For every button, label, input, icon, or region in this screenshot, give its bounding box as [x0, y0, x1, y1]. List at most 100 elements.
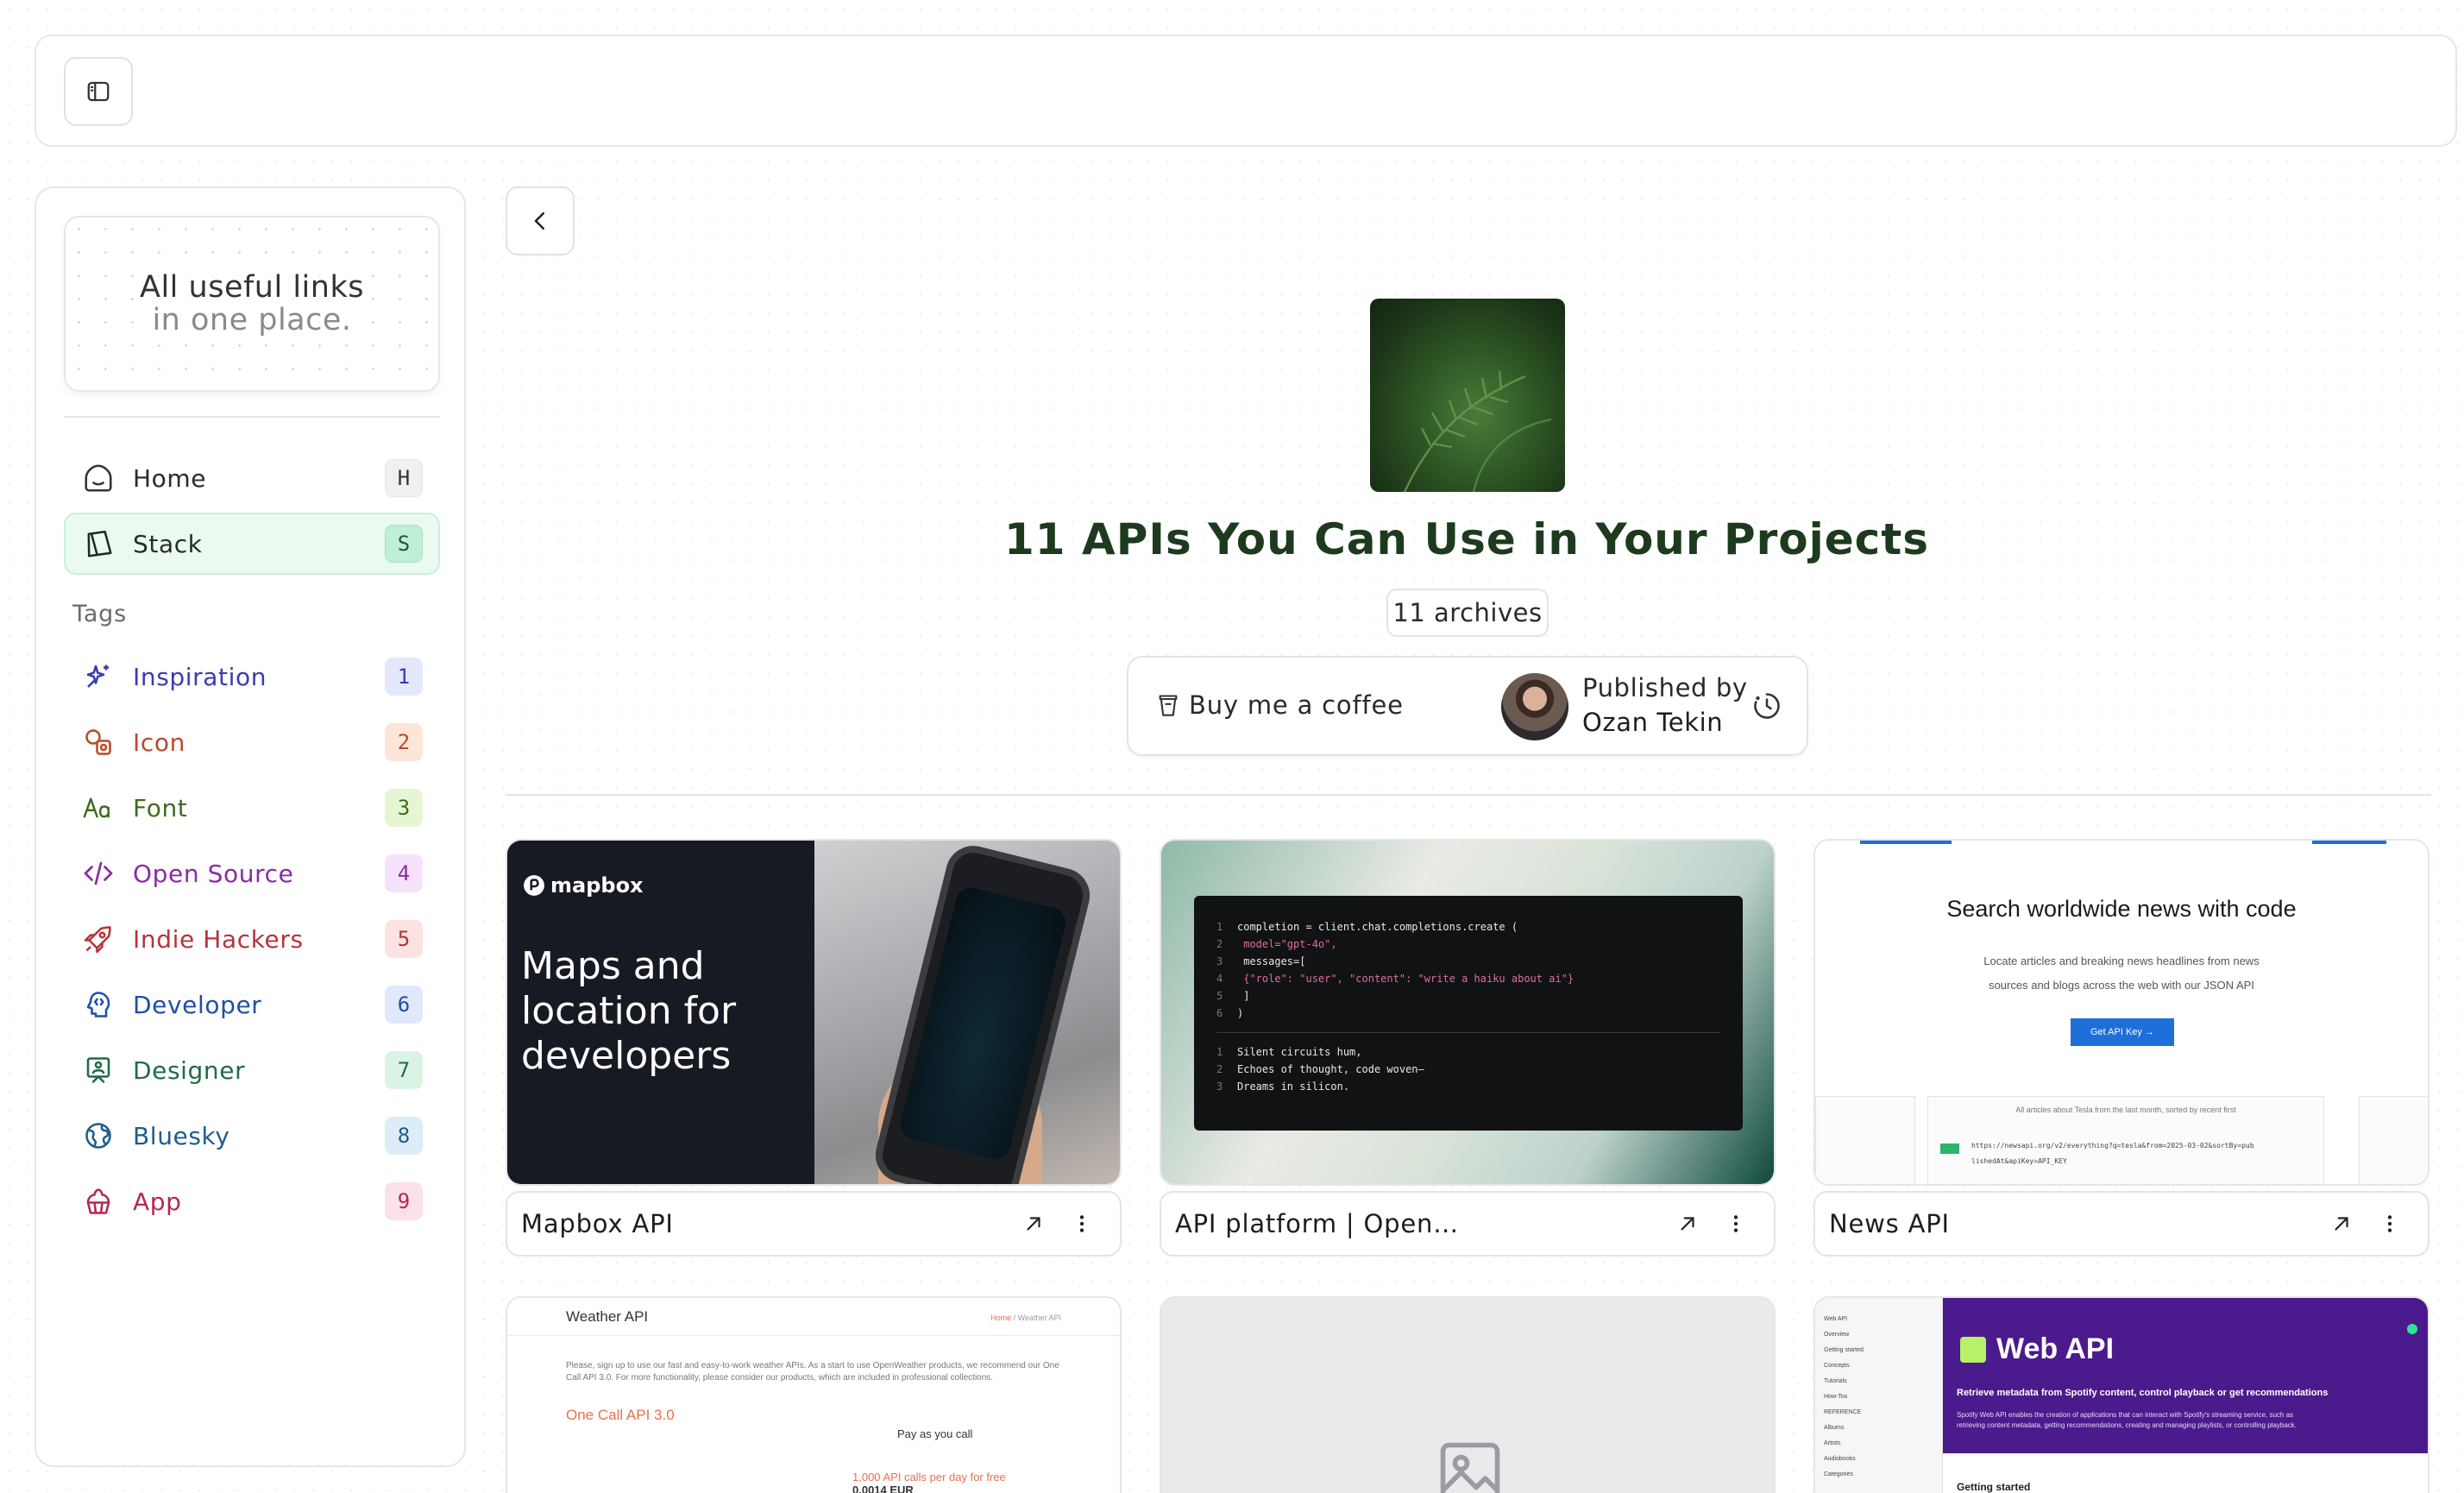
mapbox-photo-panel — [814, 841, 1120, 1184]
spotify-hero: Web API Retrieve metadata from Spotify c… — [1943, 1298, 2428, 1453]
more-options-icon[interactable] — [2366, 1200, 2414, 1248]
stack-icon — [81, 526, 116, 561]
sidebar-divider — [64, 416, 440, 418]
coffee-cup-icon — [1159, 695, 1178, 716]
tag-count-badge: 3 — [385, 789, 423, 827]
code-snippet: 1 completion = client.chat.completions.cr… — [1194, 896, 1743, 1131]
card-title[interactable]: News API — [1829, 1209, 2317, 1238]
tag-item-open-source[interactable]: Open Source 4 — [64, 842, 440, 904]
tag-label: Icon — [133, 728, 185, 757]
tag-item-app[interactable]: App 9 — [64, 1170, 440, 1232]
code-icon — [81, 856, 116, 891]
external-link-icon[interactable] — [1009, 1200, 1058, 1248]
sidebar-toggle-icon — [87, 81, 110, 102]
card-footer-openai: API platform | Open… — [1160, 1191, 1776, 1257]
card-thumbnail-placeholder[interactable] — [1160, 1296, 1776, 1493]
more-options-icon[interactable] — [1712, 1200, 1760, 1248]
weather-pay-label: Pay as you call — [897, 1427, 973, 1440]
tag-item-inspiration[interactable]: Inspiration 1 — [64, 646, 440, 708]
developer-icon — [81, 987, 116, 1022]
brand-tagline-line1: All useful links — [140, 270, 364, 305]
tag-count-badge: 1 — [385, 658, 423, 696]
more-options-icon[interactable] — [1058, 1200, 1106, 1248]
brand-card[interactable]: All useful links in one place. — [64, 216, 440, 392]
image-placeholder-icon — [1440, 1442, 1500, 1493]
spotify-getting-started: Getting started — [1957, 1481, 2031, 1493]
cake-icon — [81, 1184, 116, 1219]
tag-label: Inspiration — [133, 662, 267, 691]
content-divider — [506, 794, 2431, 796]
tag-count-badge: 8 — [385, 1117, 423, 1155]
tag-count-badge: 9 — [385, 1182, 423, 1220]
tag-label: Font — [133, 793, 188, 822]
tag-item-developer[interactable]: Developer 6 — [64, 973, 440, 1036]
phone-shape — [870, 841, 1096, 1184]
newsapi-page: Search worldwide news with code Locate a… — [1815, 841, 2428, 1184]
tag-label: App — [133, 1187, 182, 1216]
tag-count-badge: 5 — [385, 920, 423, 958]
spotify-sidebar: Web API Overview Getting started Concept… — [1815, 1298, 1943, 1493]
author-card: Buy me a coffee Published by Ozan Tekin — [1127, 656, 1808, 756]
mapbox-headline: Maps and location for developers — [521, 944, 737, 1078]
tags-heading: Tags — [72, 601, 127, 627]
home-icon — [81, 461, 116, 495]
tag-item-indie-hackers[interactable]: Indie Hackers 5 — [64, 908, 440, 970]
tag-count-badge: 6 — [385, 986, 423, 1024]
tag-label: Bluesky — [133, 1121, 230, 1150]
card-thumbnail-mapbox[interactable]: mapbox Maps and location for developers — [506, 839, 1122, 1186]
author-avatar[interactable] — [1501, 673, 1568, 740]
mapbox-logo-text: mapbox — [550, 873, 644, 898]
tag-item-font[interactable]: Font 3 — [64, 777, 440, 839]
back-button[interactable] — [506, 186, 575, 255]
shortcut-badge-home: H — [385, 459, 423, 497]
card-thumbnail-newsapi[interactable]: Search worldwide news with code Locate a… — [1813, 839, 2429, 1186]
spotify-title: Web API — [1960, 1332, 2114, 1366]
card-title[interactable]: API platform | Open… — [1175, 1209, 1663, 1238]
spotify-description: Spotify Web API enables the creation of … — [1957, 1411, 2297, 1429]
sidebar-toggle-button[interactable] — [64, 57, 133, 126]
history-icon[interactable] — [1751, 690, 1782, 725]
nav-label-home: Home — [133, 463, 207, 493]
designer-icon — [81, 1053, 116, 1087]
font-icon — [81, 791, 116, 825]
tag-count-badge: 4 — [385, 854, 423, 892]
phone-map-screen — [897, 884, 1069, 1163]
card-thumbnail-weather[interactable]: Weather API Home / Weather API Please, s… — [506, 1296, 1122, 1493]
published-by-label: Published by — [1582, 673, 1748, 702]
card-footer-newsapi: News API — [1813, 1191, 2429, 1257]
external-link-icon[interactable] — [1663, 1200, 1712, 1248]
weather-breadcrumb: Home / Weather API — [990, 1313, 1061, 1322]
tag-label: Developer — [133, 990, 262, 1019]
newsapi-side-panel — [2359, 1096, 2428, 1184]
card-title[interactable]: Mapbox API — [521, 1209, 1009, 1238]
tag-item-bluesky[interactable]: Bluesky 8 — [64, 1105, 440, 1167]
weather-intro-text: Please, sign up to use our fast and easy… — [566, 1361, 1059, 1383]
nav-item-stack[interactable]: Stack S — [64, 513, 440, 575]
newsapi-side-panel — [1815, 1096, 1915, 1184]
rocket-icon — [81, 922, 116, 956]
tag-item-icon[interactable]: Icon 2 — [64, 711, 440, 773]
card-footer-mapbox: Mapbox API — [506, 1191, 1122, 1257]
external-link-icon[interactable] — [2317, 1200, 2366, 1248]
newsapi-code-browser: All articles about Tesla from the last m… — [1927, 1096, 2324, 1184]
mapbox-logo: mapbox — [523, 873, 644, 898]
card-thumbnail-spotify[interactable]: Web API Overview Getting started Concept… — [1813, 1296, 2429, 1493]
chevron-left-icon — [534, 212, 544, 230]
tag-item-designer[interactable]: Designer 7 — [64, 1039, 440, 1101]
archives-count-badge: 11 archives — [1386, 589, 1549, 637]
weather-page: Weather API Home / Weather API Please, s… — [507, 1298, 1120, 1493]
tag-label: Indie Hackers — [133, 924, 304, 954]
brand-tagline-line2: in one place. — [152, 303, 352, 337]
nav-item-home[interactable]: Home H — [64, 447, 440, 509]
sidebar: All useful links in one place. Home H St… — [35, 186, 466, 1467]
tag-label: Open Source — [133, 859, 294, 888]
buy-coffee-link[interactable]: Buy me a coffee — [1158, 690, 1404, 720]
card-thumbnail-openai[interactable]: 1 completion = client.chat.completions.cr… — [1160, 839, 1776, 1186]
sparkles-icon — [81, 659, 116, 694]
author-name[interactable]: Ozan Tekin — [1582, 708, 1723, 737]
newsapi-subtitle: Locate articles and breaking news headli… — [1983, 954, 2260, 992]
shapes-icon — [81, 725, 116, 759]
globe-icon — [81, 1118, 116, 1153]
collection-cover-image — [1370, 299, 1565, 492]
top-bar — [35, 35, 2457, 147]
